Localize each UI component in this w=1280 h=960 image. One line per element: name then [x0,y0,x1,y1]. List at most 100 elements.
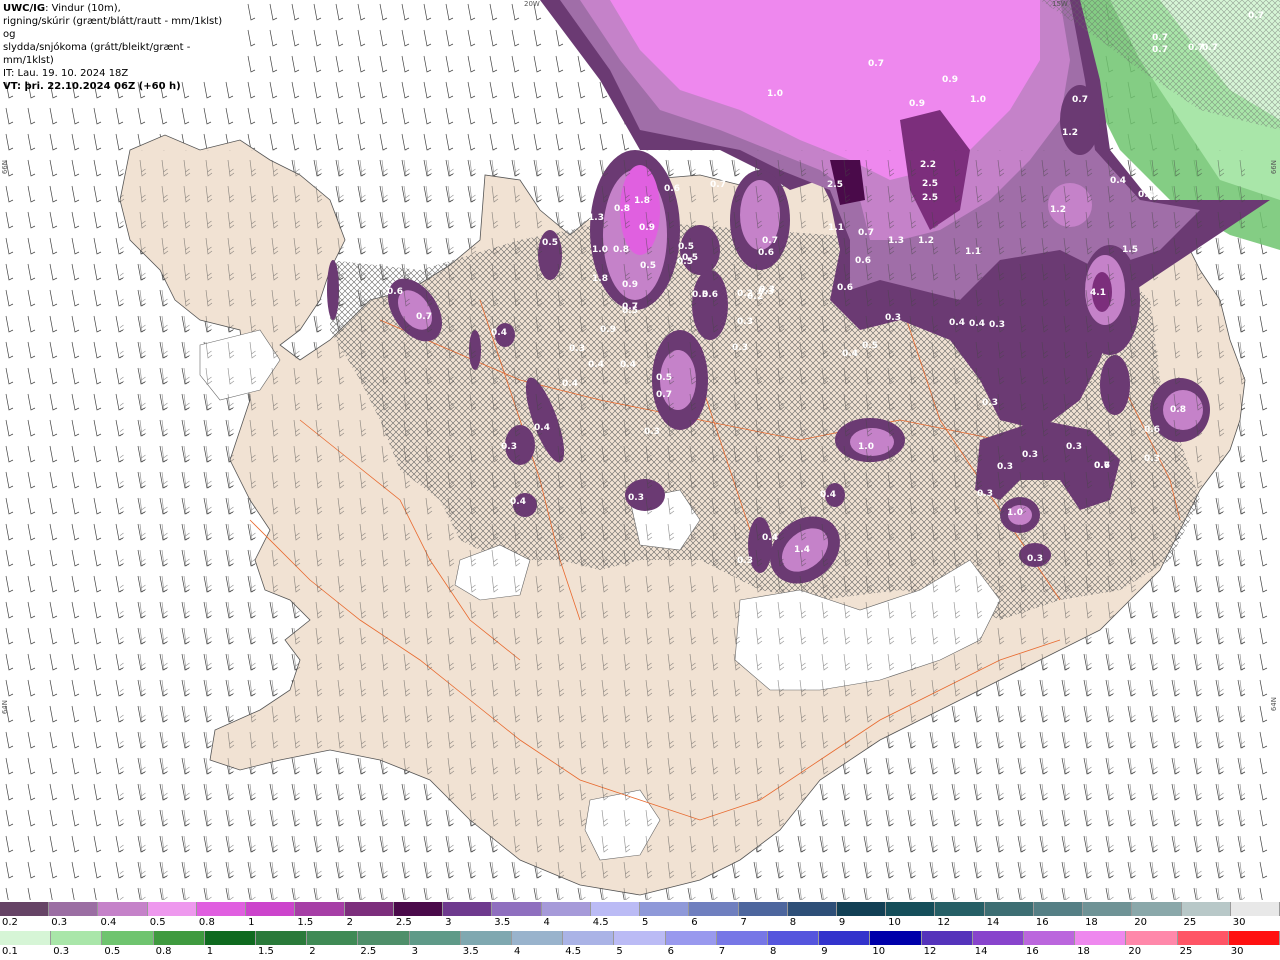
legend-swatch [972,931,1025,945]
precip-value-label: 0.8 [1170,405,1186,415]
legend-swatch [147,902,197,916]
legend-label: 16 [1035,917,1049,928]
precip-value-label: 0.4 [562,379,578,389]
header-line-3: slydda/snjókoma (grátt/bleikt/grænt - mm… [3,42,191,66]
precip-value-label: 0.3 [1027,554,1043,564]
header-line-2: rigning/skúrir (grænt/blátt/rautt - mm/1… [3,16,223,40]
legend-label: 20 [1128,946,1142,957]
precip-value-label: 1.8 [592,274,608,284]
coord-left-upper: 66N [1,160,9,175]
precip-value-label: 0.5 [656,373,672,383]
legend-label: 3 [411,946,418,957]
precip-value-label: 1.0 [592,245,608,255]
legend-label: 0.4 [100,917,117,928]
precip-value-label: 0.3 [977,489,993,499]
legend-label: 5 [616,946,623,957]
precip-value-label: 0.5 [622,306,638,316]
legend-label: 9 [838,917,846,928]
legend-swatch [196,902,247,916]
precip-value-label: 0.3 [989,320,1005,330]
legend-swatch [49,902,99,916]
legend-swatch [443,902,493,916]
legend-swatch [98,902,148,916]
legend-swatch [689,902,739,916]
header-line-1: UWC/IG: Vindur (10m), [3,2,237,15]
legend-swatch [640,902,690,916]
precip-value-label: 0.6 [1094,461,1110,471]
legend-swatch [1033,902,1084,916]
legend-swatch [886,902,936,916]
precip-value-label: 0.3 [759,285,775,295]
precip-value-label: 0.4 [510,497,526,507]
legend-swatch [1126,931,1178,945]
legend-swatch [870,931,922,945]
legend-label: 1 [248,917,255,928]
legend-label: 18 [1077,946,1090,957]
legend-swatch [204,931,257,945]
precip-value-label: 0.7 [1152,45,1168,55]
legend-snow-colorbar [0,902,1280,916]
legend-label: 4.5 [565,946,582,957]
model-name: UWC/IG [3,3,46,14]
precip-value-label: 0.3 [997,462,1013,472]
legend-label: 20 [1134,917,1148,928]
precip-value-label: 2.5 [922,193,938,203]
legend-label: 0.5 [149,917,166,928]
map-header: UWC/IG: Vindur (10m), rigning/skúrir (gr… [0,0,240,92]
legend-swatch [1181,902,1231,916]
precip-value-label: 0.3 [737,317,753,327]
precip-value-label: 1.2 [1062,128,1078,138]
precip-value-label: 1.1 [828,223,844,233]
legend-swatch [512,931,564,945]
legend-swatch [984,902,1034,916]
header-field-wind: : Vindur (10m), [45,3,121,14]
legend-label: 16 [1026,946,1039,957]
legend-swatch [738,902,788,916]
coord-top-right: 15W [1052,0,1068,8]
precip-value-label: 0.4 [949,318,965,328]
legend-label: 8 [789,917,797,928]
legend-swatch [102,931,154,945]
legend-label: 0.3 [53,946,70,957]
legend-label: 30 [1230,946,1244,957]
legend-swatch [409,931,461,945]
precip-value-label: 0.4 [969,319,985,329]
legend-label: 7 [718,946,726,957]
legend-rain-labels: 0.1 0.3 0.5 0.8 1 1.5 2 2.5 3 3.5 4 4.5 5 6 7 8 9 10 12 14 1… [0,945,1280,960]
precip-value-label: 0.6 [758,248,774,258]
legend-label: 3.5 [462,946,479,957]
precip-value-label: 1.3 [588,213,604,223]
precip-value-label: 0.5 [542,238,558,248]
legend-label: 1 [206,946,214,957]
precip-value-label: 0.4 [1110,176,1126,186]
precip-value-label: 0.7 [868,59,884,69]
legend-label: 12 [923,946,937,957]
legend-swatch [563,931,615,945]
legend-swatch [665,931,717,945]
legend-label: 6 [691,917,698,928]
precip-value-label: 0.3 [644,427,660,437]
legend-swatch [256,931,308,945]
precip-value-label: 0.4 [820,490,836,500]
legend-label: 5 [642,917,649,928]
precip-value-label: 0.9 [600,325,616,335]
legend-swatch [344,902,394,916]
legend-label: 3 [445,917,452,928]
precip-value-label: 0.9 [639,223,655,233]
coord-right-lower: 64N [1270,697,1278,712]
legend-label: 6 [667,946,674,957]
legend-label: 3.5 [494,917,511,928]
legend-label: 30 [1232,917,1246,928]
legend-swatch [246,902,296,916]
precip-value-label: 0.3 [1022,450,1038,460]
precip-value-label: 1.2 [1050,205,1066,215]
legend-label: 2 [346,917,353,928]
precip-value-label: 0.3 [885,313,901,323]
legend-swatch [819,931,871,945]
legend-label: 1.5 [297,917,314,928]
legend-swatch [153,931,205,945]
precip-value-label: 0.6 [664,184,680,194]
precip-value-label: 0.7 [656,390,672,400]
precip-value-label: 0.6 [837,283,853,293]
precip-value-label: 0.3 [732,343,748,353]
